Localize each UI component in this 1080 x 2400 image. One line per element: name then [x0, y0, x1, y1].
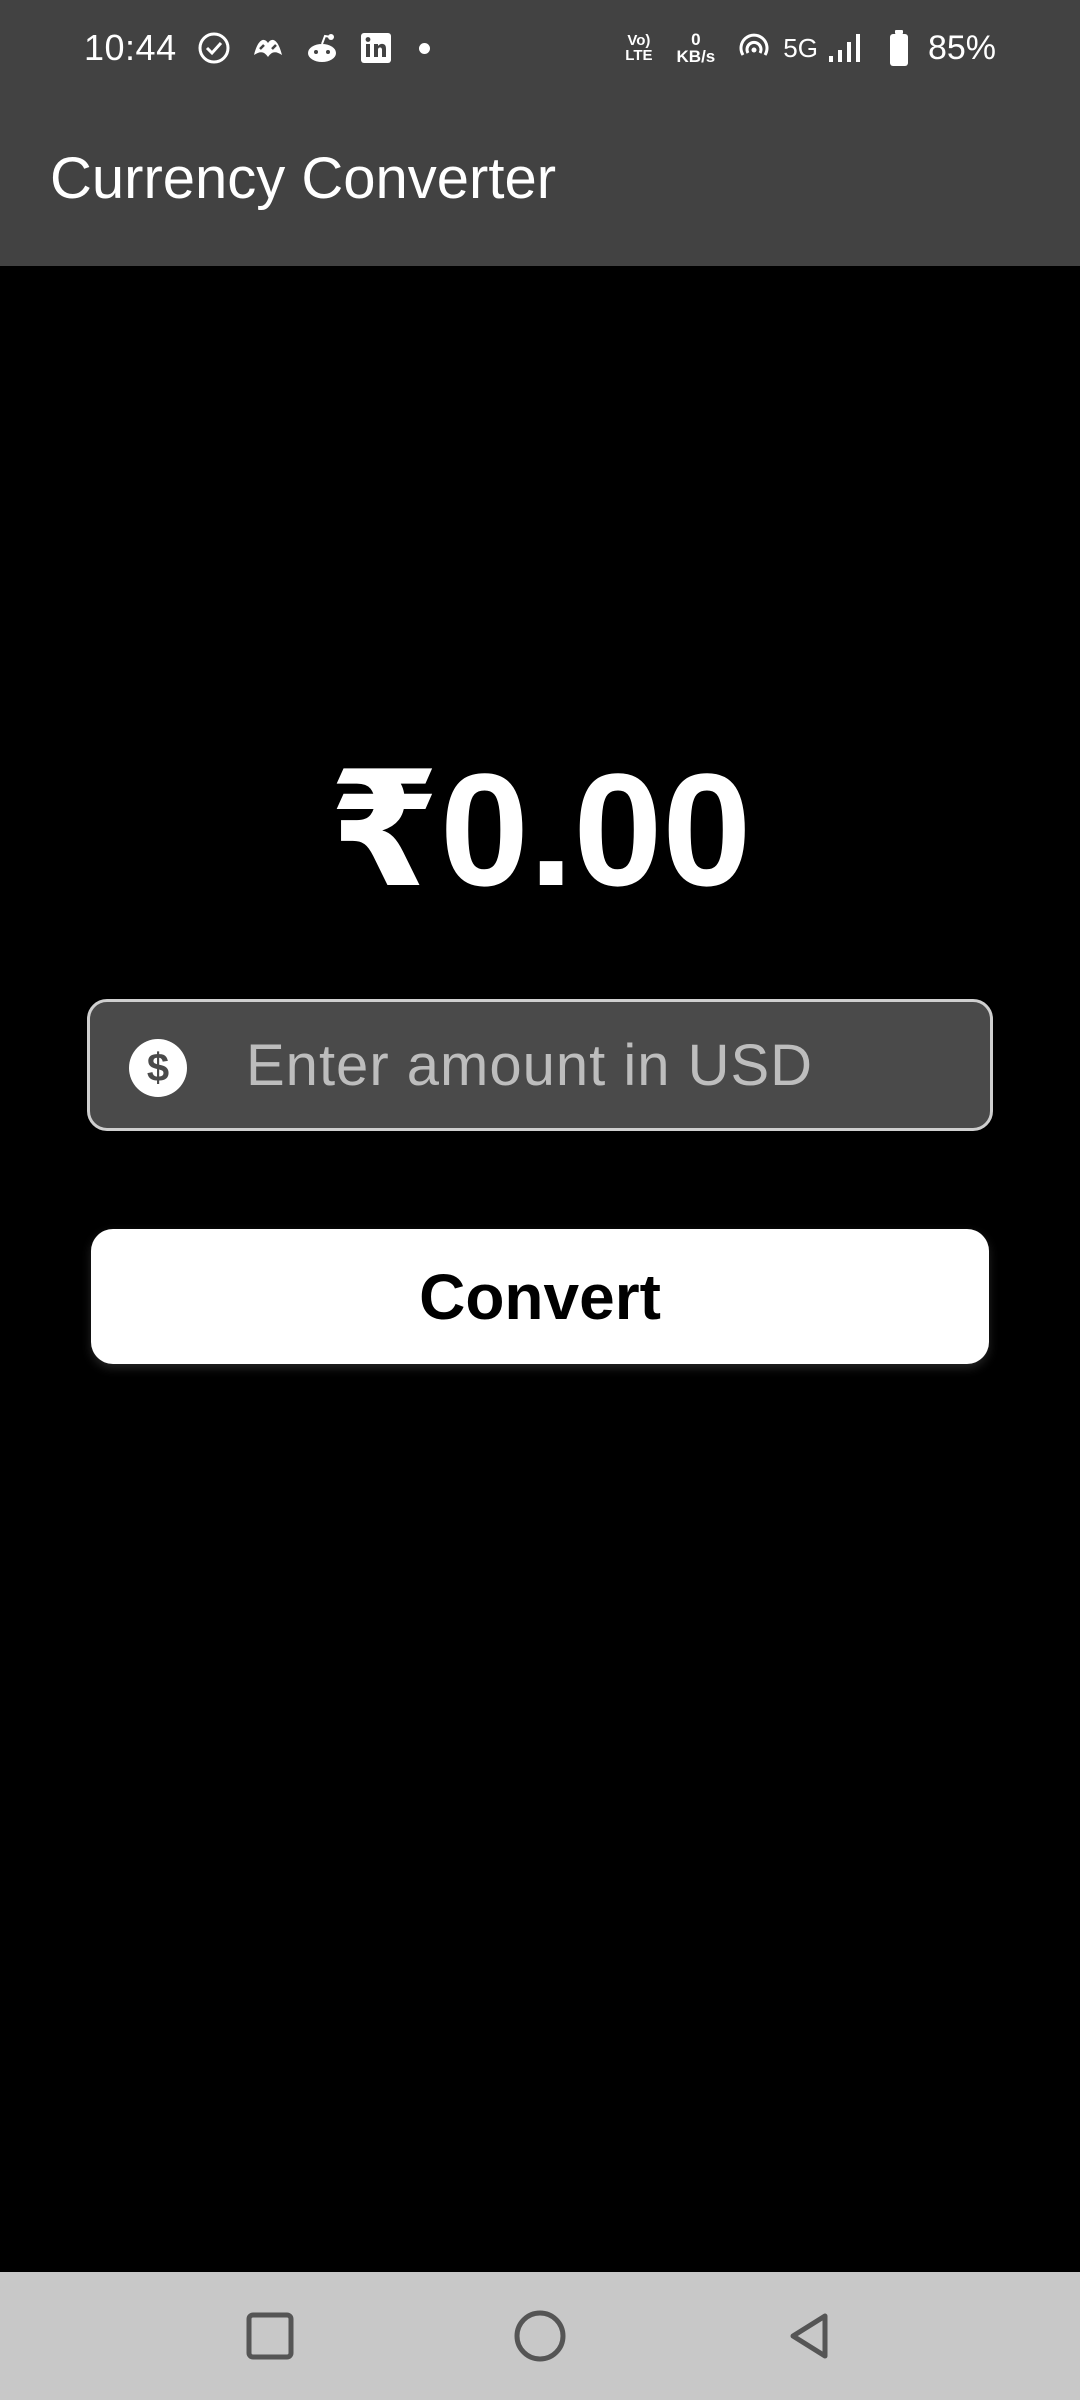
battery-icon: [880, 29, 918, 67]
hotspot-icon: [735, 29, 773, 67]
app-logo-icon: [249, 29, 287, 67]
reddit-icon: [303, 29, 341, 67]
home-icon: [514, 2310, 566, 2362]
app-title: Currency Converter: [50, 146, 557, 211]
back-button[interactable]: [770, 2296, 850, 2376]
dollar-icon: $: [129, 1039, 187, 1097]
amount-field[interactable]: $: [87, 999, 993, 1131]
recents-icon: [246, 2312, 294, 2360]
amount-input[interactable]: [246, 1002, 966, 1128]
back-icon: [790, 2313, 828, 2359]
more-notifications-dot-icon: [418, 42, 430, 54]
app-bar: Currency Converter: [0, 96, 1080, 266]
convert-button[interactable]: Convert: [91, 1229, 989, 1364]
status-right: Vo) LTE 0 KB/s 5G 85%: [625, 22, 996, 74]
volte-bottom: LTE: [625, 47, 653, 64]
net-speed: 0 KB/s: [677, 31, 716, 65]
status-bar: 10:44 Vo) LTE 0 KB/s 5G 85%: [0, 0, 1080, 96]
status-time: 10:44: [84, 27, 177, 68]
recents-button[interactable]: [230, 2296, 310, 2376]
svg-text:$: $: [147, 1046, 169, 1090]
volte-indicator: Vo) LTE: [625, 33, 652, 63]
check-circle-icon: [195, 29, 233, 67]
linkedin-icon: [357, 29, 395, 67]
navigation-bar: [0, 2272, 1080, 2400]
screen: 10:44 Vo) LTE 0 KB/s 5G 85% Currency Con…: [0, 0, 1080, 2400]
converted-amount: ₹0.00: [328, 740, 752, 919]
volte-top: Vo): [627, 32, 651, 49]
net-speed-unit: KB/s: [676, 47, 716, 66]
home-button[interactable]: [500, 2296, 580, 2376]
status-left: 10:44: [84, 22, 430, 74]
battery-percent: 85%: [927, 28, 996, 67]
network-type: 5G: [783, 32, 818, 63]
signal-strength-icon: [826, 29, 864, 67]
net-speed-value: 0: [691, 30, 701, 49]
